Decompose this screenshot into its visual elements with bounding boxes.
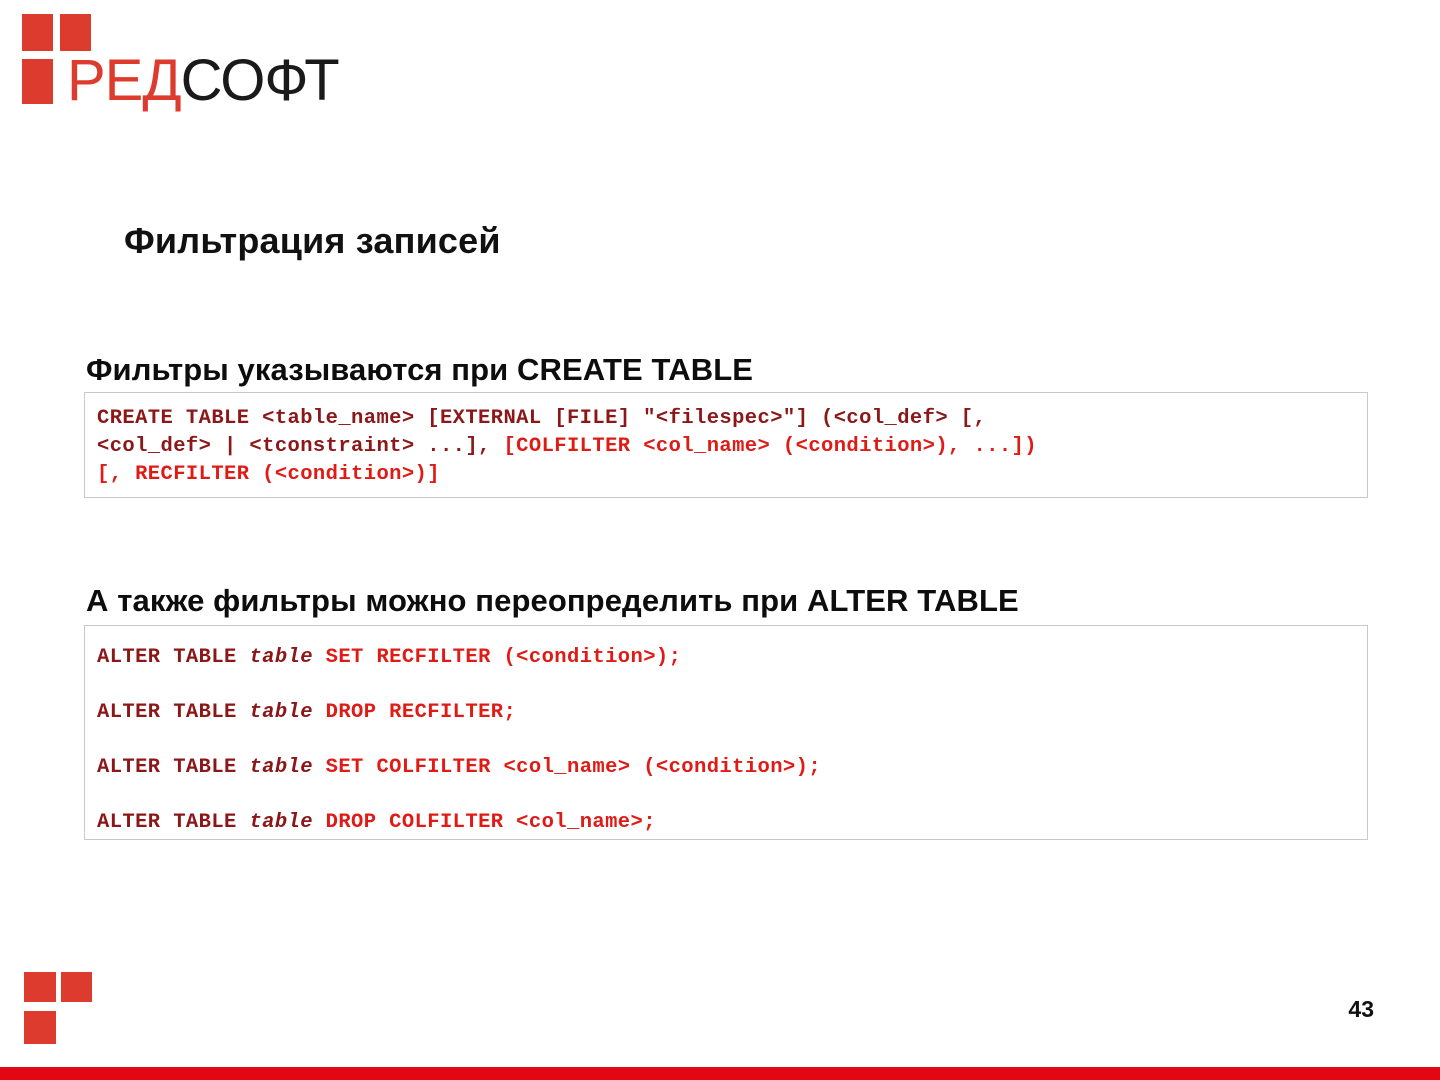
code-line: CREATE TABLE <table_name> [EXTERNAL [FIL… [97, 405, 1367, 433]
code-token: ALTER TABLE [97, 646, 250, 669]
code-line: ALTER TABLE table DROP COLFILTER <col_na… [97, 809, 1367, 836]
code-token: SET RECFILTER (<condition>); [325, 646, 682, 669]
brand-word-dark: СОФТ [180, 48, 340, 113]
code-block-create-table: CREATE TABLE <table_name> [EXTERNAL [FIL… [84, 392, 1368, 498]
logo-square-top-right-icon [60, 14, 91, 51]
code-line: [, RECFILTER (<condition>)] [97, 461, 1367, 489]
brand-wordmark: РЕДСОФТ [67, 52, 340, 110]
footer-logo-squares-icon [24, 972, 96, 1047]
code-token: table [249, 756, 313, 779]
code-token: ALTER TABLE [97, 701, 250, 724]
code-line: ALTER TABLE table DROP RECFILTER; [97, 699, 1367, 726]
page-number: 43 [1348, 996, 1374, 1022]
section-heading-create-table: Фильтры указываются при CREATE TABLE [86, 351, 754, 387]
code-token: SET COLFILTER <col_name> (<condition>); [325, 756, 822, 779]
logo-square-bottom-left-icon [22, 59, 53, 104]
code-token: ALTER TABLE [97, 756, 250, 779]
section-heading-alter-table: А также фильтры можно переопределить при… [86, 582, 1019, 618]
code-token: [, RECFILTER (<condition>)] [97, 463, 440, 486]
footer-accent-bar [0, 1067, 1440, 1080]
code-line: ALTER TABLE table SET RECFILTER (<condit… [97, 644, 1367, 671]
logo-square-top-left-icon [22, 14, 53, 51]
code-token: DROP COLFILTER <col_name>; [325, 811, 656, 834]
footer-square-top-left-icon [24, 972, 56, 1002]
footer-square-top-right-icon [61, 972, 92, 1002]
code-token: table [249, 811, 313, 834]
code-token: <col_def> | <tconstraint> ...], [97, 435, 504, 458]
brand-logo: РЕДСОФТ [22, 14, 442, 114]
code-token: DROP RECFILTER; [325, 701, 517, 724]
code-token: table [249, 646, 313, 669]
code-block-alter-table: ALTER TABLE table SET RECFILTER (<condit… [84, 625, 1368, 840]
code-line: ALTER TABLE table SET COLFILTER <col_nam… [97, 754, 1367, 781]
footer-square-bottom-left-icon [24, 1011, 56, 1044]
brand-word-red: РЕД [67, 48, 182, 113]
code-token: CREATE TABLE <table_name> [EXTERNAL [FIL… [97, 407, 987, 430]
code-token: ALTER TABLE [97, 811, 250, 834]
code-line: <col_def> | <tconstraint> ...], [COLFILT… [97, 433, 1367, 461]
code-token: [COLFILTER <col_name> (<condition>), ...… [503, 435, 1037, 458]
code-token: table [249, 701, 313, 724]
page-title: Фильтрация записей [124, 220, 501, 262]
